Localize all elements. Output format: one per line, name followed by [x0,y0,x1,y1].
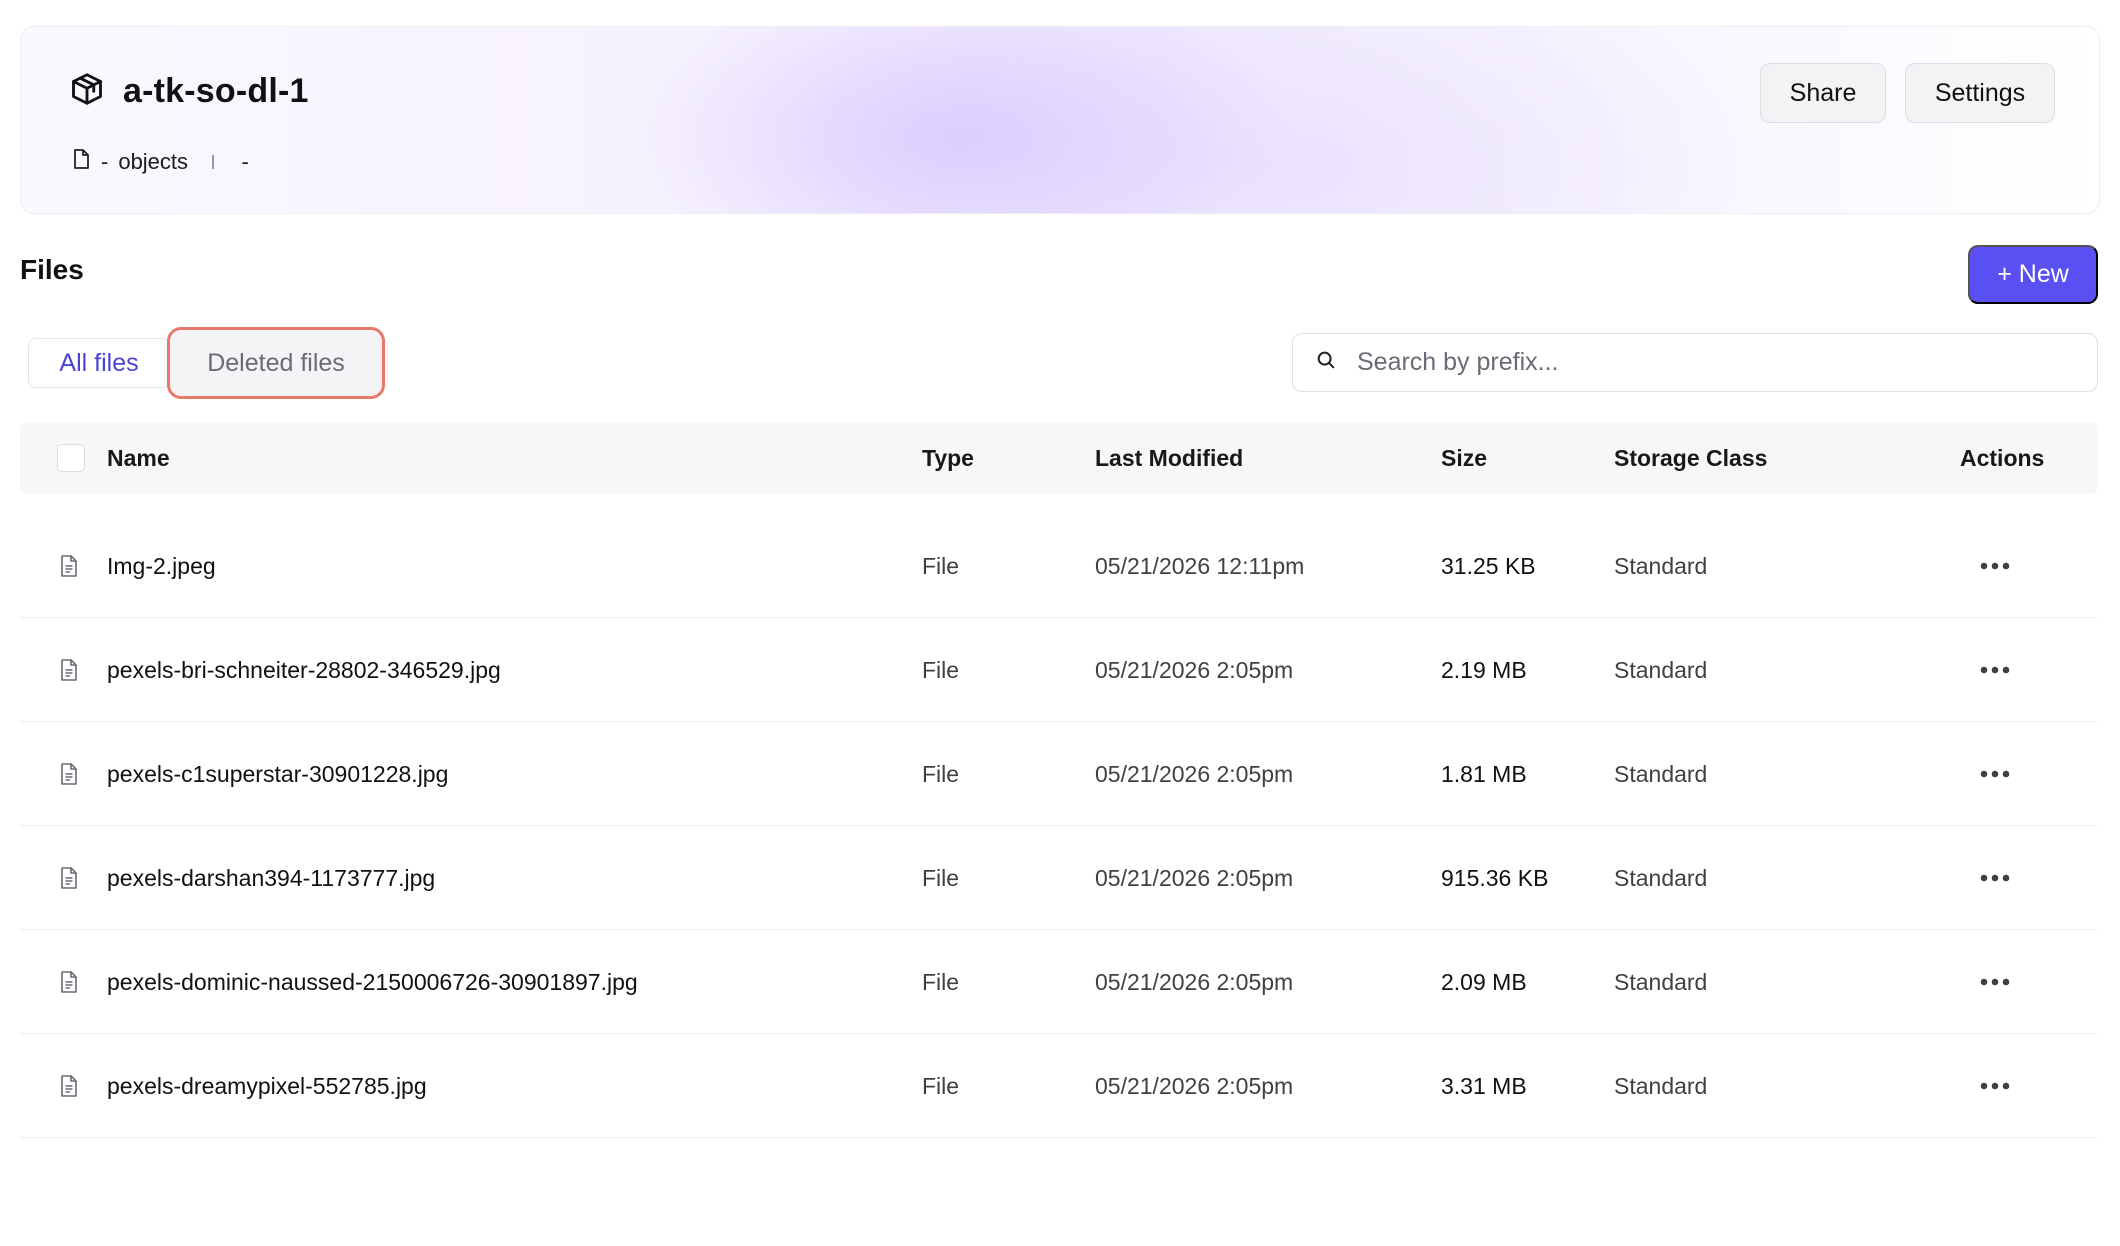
file-last-modified: 05/21/2026 2:05pm [1095,1072,1294,1099]
file-icon [71,148,91,176]
file-icon [59,1034,79,1138]
file-size: 915.36 KB [1441,864,1549,891]
column-header-name[interactable]: Name [107,422,170,494]
bucket-files-page: a-tk-so-dl-1 - objects - Share Settings … [0,0,2120,1246]
file-size: 2.19 MB [1441,656,1527,683]
file-size: 31.25 KB [1441,552,1536,579]
table-header: Name Type Last Modified Size Storage Cla… [20,422,2098,494]
bucket-name: a-tk-so-dl-1 [123,71,309,110]
bucket-size: - [241,149,249,174]
new-button[interactable]: + New [1968,245,2098,304]
column-header-size[interactable]: Size [1441,422,1487,494]
file-storage-class: Standard [1614,864,1708,891]
table-row[interactable]: pexels-bri-schneiter-28802-346529.jpg Fi… [20,618,2098,722]
meta-divider [212,155,214,169]
file-last-modified: 05/21/2026 2:05pm [1095,760,1294,787]
file-storage-class: Standard [1614,656,1708,683]
objects-label: objects [118,149,189,174]
file-type: File [922,864,960,891]
file-icon [59,930,79,1034]
search-input[interactable] [1357,348,2057,377]
column-header-actions: Actions [1960,444,2045,471]
file-last-modified: 05/21/2026 2:05pm [1095,656,1294,683]
bucket-title-row: a-tk-so-dl-1 [69,69,309,113]
cube-icon [69,71,105,112]
file-last-modified: 05/21/2026 2:05pm [1095,864,1294,891]
file-size: 2.09 MB [1441,968,1527,995]
file-icon [59,514,79,618]
file-name[interactable]: pexels-bri-schneiter-28802-346529.jpg [107,618,501,722]
file-storage-class: Standard [1614,760,1708,787]
file-type: File [922,968,960,995]
file-storage-class: Standard [1614,1072,1708,1099]
file-name[interactable]: pexels-c1superstar-30901228.jpg [107,722,448,826]
more-actions-icon[interactable] [1968,618,2022,722]
files-heading: Files [20,254,84,285]
file-last-modified: 05/21/2026 12:11pm [1095,552,1305,579]
objects-count: - [101,149,109,174]
file-type: File [922,656,960,683]
table-row[interactable]: Img-2.jpeg File 05/21/2026 12:11pm 31.25… [20,514,2098,618]
table-row[interactable]: pexels-c1superstar-30901228.jpg File 05/… [20,722,2098,826]
file-type: File [922,552,960,579]
more-actions-icon[interactable] [1968,826,2022,930]
file-size: 1.81 MB [1441,760,1527,787]
column-header-last-modified[interactable]: Last Modified [1095,422,1243,494]
file-size: 3.31 MB [1441,1072,1527,1099]
file-storage-class: Standard [1614,968,1708,995]
file-type: File [922,760,960,787]
column-header-storage-class[interactable]: Storage Class [1614,422,1767,494]
tab-deleted-files[interactable]: Deleted files [167,327,385,399]
select-all-checkbox[interactable] [57,444,85,472]
share-button[interactable]: Share [1760,63,1886,123]
more-actions-icon[interactable] [1968,514,2022,618]
file-name[interactable]: Img-2.jpeg [107,514,216,618]
more-actions-icon[interactable] [1968,930,2022,1034]
table-row[interactable]: pexels-dreamypixel-552785.jpg File 05/21… [20,1034,2098,1138]
column-header-type[interactable]: Type [922,422,974,494]
file-icon [59,826,79,930]
file-name[interactable]: pexels-darshan394-1173777.jpg [107,826,435,930]
table-row[interactable]: pexels-darshan394-1173777.jpg File 05/21… [20,826,2098,930]
table-row[interactable]: pexels-dominic-naussed-2150006726-309018… [20,930,2098,1034]
file-icon [59,722,79,826]
file-name[interactable]: pexels-dreamypixel-552785.jpg [107,1034,427,1138]
bucket-meta: - objects - [71,148,249,176]
file-storage-class: Standard [1614,552,1708,579]
more-actions-icon[interactable] [1968,722,2022,826]
tab-all-files[interactable]: All files [28,338,170,388]
more-actions-icon[interactable] [1968,1034,2022,1138]
bucket-header-card: a-tk-so-dl-1 - objects - Share Settings [20,26,2100,214]
search-box[interactable] [1292,333,2098,392]
file-type: File [922,1072,960,1099]
file-name[interactable]: pexels-dominic-naussed-2150006726-309018… [107,930,638,1034]
search-icon [1315,349,1337,376]
settings-button[interactable]: Settings [1905,63,2055,123]
file-last-modified: 05/21/2026 2:05pm [1095,968,1294,995]
file-icon [59,618,79,722]
